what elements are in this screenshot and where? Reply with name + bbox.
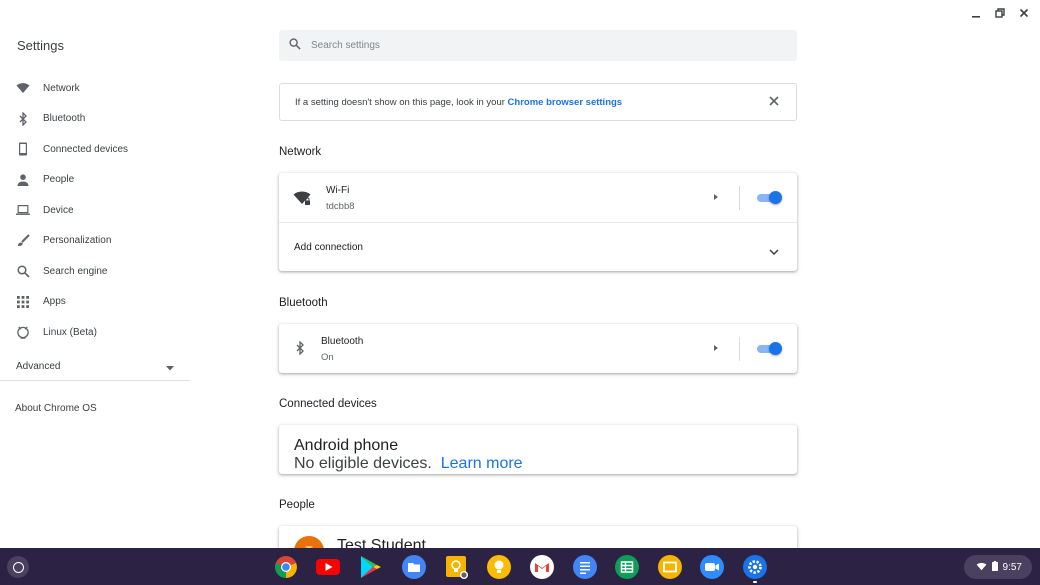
keep-pin-icon[interactable] bbox=[444, 554, 470, 580]
chrome-settings-link[interactable]: Chrome browser settings bbox=[508, 97, 623, 108]
bluetooth-toggle[interactable] bbox=[756, 342, 782, 356]
sidebar-item-linux[interactable]: Linux (Beta) bbox=[0, 317, 190, 348]
sidebar-item-label: Network bbox=[43, 82, 80, 94]
bluetooth-status: On bbox=[321, 352, 334, 363]
laptop-icon bbox=[16, 203, 30, 217]
sidebar-item-label: Search engine bbox=[43, 265, 108, 277]
android-phone-label: Android phone bbox=[294, 437, 399, 454]
no-devices-text: No eligible devices. bbox=[294, 455, 432, 472]
wifi-toggle[interactable] bbox=[756, 191, 782, 205]
sidebar-item-label: Apps bbox=[43, 296, 66, 308]
sidebar-item-label: Personalization bbox=[43, 235, 112, 247]
active-app-indicator bbox=[753, 581, 757, 583]
battery-icon bbox=[991, 558, 998, 576]
sidebar-item-label: Connected devices bbox=[43, 143, 129, 155]
android-phone-status: No eligible devices. Learn more bbox=[294, 455, 523, 473]
avatar: T bbox=[294, 536, 324, 548]
sidebar-item-network[interactable]: Network bbox=[0, 73, 190, 104]
sidebar-item-bluetooth[interactable]: Bluetooth bbox=[0, 104, 190, 135]
bluetooth-text: Bluetooth On bbox=[321, 336, 363, 363]
search-input[interactable] bbox=[311, 40, 751, 51]
docs-icon[interactable] bbox=[572, 554, 598, 580]
banner-text: If a setting doesn't show on this page, … bbox=[295, 97, 622, 108]
zoom-icon[interactable] bbox=[699, 554, 725, 580]
gmail-icon[interactable] bbox=[529, 554, 555, 580]
sidebar-item-device[interactable]: Device bbox=[0, 195, 190, 226]
minimize-button[interactable] bbox=[964, 4, 988, 22]
settings-window: Settings Network Bluetooth Connected dev… bbox=[0, 0, 1040, 548]
add-connection-row[interactable]: Add connection bbox=[279, 222, 797, 271]
advanced-label: Advanced bbox=[16, 361, 61, 372]
settings-app-icon[interactable] bbox=[742, 554, 768, 580]
sidebar-item-label: People bbox=[43, 174, 75, 186]
info-banner: If a setting doesn't show on this page, … bbox=[279, 83, 797, 121]
sidebar-item-search-engine[interactable]: Search engine bbox=[0, 256, 190, 287]
chevron-down-icon bbox=[769, 243, 779, 261]
restore-button[interactable] bbox=[988, 4, 1012, 22]
bluetooth-label: Bluetooth bbox=[321, 336, 364, 347]
sheets-icon[interactable] bbox=[614, 554, 640, 580]
android-phone-text: Android phone No eligible devices. Learn… bbox=[294, 437, 523, 473]
search-icon bbox=[16, 264, 30, 278]
arrow-right-icon[interactable] bbox=[714, 345, 718, 351]
play-store-icon[interactable] bbox=[358, 554, 384, 580]
sidebar-item-people[interactable]: People bbox=[0, 165, 190, 196]
search-icon bbox=[289, 37, 301, 55]
section-title-bluetooth: Bluetooth bbox=[279, 297, 328, 309]
section-title-people: People bbox=[279, 499, 315, 511]
sidebar-item-connected-devices[interactable]: Connected devices bbox=[0, 134, 190, 165]
user-name: Test Student bbox=[337, 537, 426, 548]
slides-icon[interactable] bbox=[657, 554, 683, 580]
window-controls bbox=[964, 4, 1036, 22]
person-icon bbox=[16, 173, 30, 187]
close-window-button[interactable] bbox=[1012, 4, 1036, 22]
banner-message: If a setting doesn't show on this page, … bbox=[295, 96, 508, 108]
status-tray[interactable]: 9:57 bbox=[964, 555, 1032, 579]
wifi-label: Wi-Fi bbox=[326, 185, 350, 196]
sidebar-item-label: Linux (Beta) bbox=[43, 326, 97, 338]
search-bar[interactable] bbox=[279, 30, 797, 61]
wifi-icon bbox=[16, 81, 30, 95]
section-title-network: Network bbox=[279, 146, 322, 158]
chrome-icon[interactable] bbox=[273, 554, 299, 580]
sidebar: Network Bluetooth Connected devices Peop… bbox=[0, 73, 190, 348]
divider bbox=[739, 337, 740, 361]
shelf: 9:57 bbox=[0, 548, 1040, 585]
section-title-connected-devices: Connected devices bbox=[279, 398, 377, 410]
arrow-right-icon[interactable] bbox=[714, 194, 718, 200]
caret-down-icon bbox=[166, 358, 174, 376]
brush-icon bbox=[16, 234, 30, 248]
linux-icon bbox=[16, 325, 30, 339]
sidebar-item-apps[interactable]: Apps bbox=[0, 287, 190, 318]
divider bbox=[739, 186, 740, 210]
files-icon[interactable] bbox=[401, 554, 427, 580]
settings-title: Settings bbox=[17, 38, 64, 53]
add-connection-label: Add connection bbox=[294, 242, 363, 253]
sidebar-item-label: Device bbox=[43, 204, 74, 216]
learn-more-link[interactable]: Learn more bbox=[441, 455, 523, 472]
close-icon[interactable] bbox=[769, 93, 779, 111]
people-card: T Test Student bbox=[279, 526, 797, 548]
wifi-row[interactable]: Wi-Fi tdcbb8 bbox=[279, 173, 797, 222]
sidebar-advanced[interactable]: Advanced bbox=[0, 353, 190, 381]
wifi-status-icon bbox=[976, 558, 987, 576]
bluetooth-row[interactable]: Bluetooth On bbox=[279, 324, 797, 373]
youtube-icon[interactable] bbox=[315, 554, 341, 580]
sidebar-item-personalization[interactable]: Personalization bbox=[0, 226, 190, 257]
phone-icon bbox=[16, 142, 30, 156]
keep-icon[interactable] bbox=[486, 554, 512, 580]
bluetooth-card: Bluetooth On bbox=[279, 324, 797, 373]
clock-time: 9:57 bbox=[1002, 561, 1022, 573]
apps-grid-icon bbox=[16, 295, 30, 309]
wifi-lock-icon bbox=[293, 190, 311, 211]
bluetooth-icon bbox=[16, 111, 30, 126]
launcher-button[interactable] bbox=[7, 556, 29, 578]
sidebar-item-about[interactable]: About Chrome OS bbox=[15, 403, 97, 414]
network-card: Wi-Fi tdcbb8 Add connection bbox=[279, 173, 797, 271]
wifi-network-name: tdcbb8 bbox=[326, 201, 355, 212]
wifi-text: Wi-Fi tdcbb8 bbox=[326, 185, 355, 212]
sidebar-item-label: Bluetooth bbox=[43, 113, 86, 125]
connected-devices-card: Android phone No eligible devices. Learn… bbox=[279, 425, 797, 474]
bluetooth-icon bbox=[295, 340, 305, 360]
